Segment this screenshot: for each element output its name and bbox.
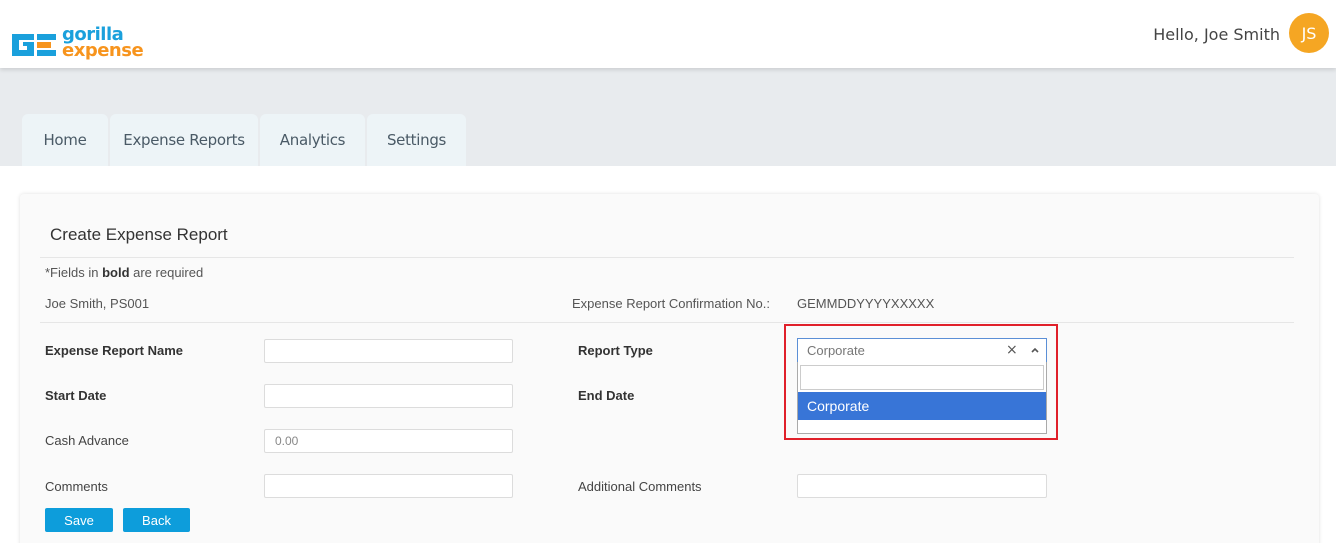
user-avatar[interactable]: JS (1289, 13, 1329, 53)
required-note-suffix: are required (129, 265, 204, 280)
user-greeting: Hello, Joe Smith (1153, 25, 1280, 44)
end-date-label: End Date (578, 388, 635, 403)
dropdown-search-input[interactable] (800, 365, 1044, 390)
report-name-input[interactable] (264, 339, 513, 363)
additional-comments-label: Additional Comments (578, 479, 702, 494)
comments-input[interactable] (264, 474, 513, 498)
required-note-prefix: *Fields in (45, 265, 103, 280)
tab-home[interactable]: Home (22, 114, 108, 166)
logo-mark-icon (12, 34, 56, 56)
dropdown-option-corporate[interactable]: Corporate (798, 392, 1046, 420)
additional-comments-input[interactable] (797, 474, 1047, 498)
confirmation-label: Expense Report Confirmation No.: (572, 296, 770, 311)
tab-expense-reports[interactable]: Expense Reports (110, 114, 258, 166)
confirmation-number: GEMMDDYYYYXXXXX (797, 296, 935, 311)
user-info: Joe Smith, PS001 (45, 296, 150, 311)
tab-analytics[interactable]: Analytics (260, 114, 365, 166)
report-type-label: Report Type (578, 343, 653, 358)
cash-advance-label: Cash Advance (45, 433, 129, 448)
gorilla-expense-logo[interactable]: gorilla expense (10, 24, 170, 66)
divider (40, 322, 1294, 323)
report-name-label: Expense Report Name (45, 343, 183, 358)
clear-icon[interactable]: × (1006, 343, 1018, 357)
start-date-input[interactable] (264, 384, 513, 408)
divider (40, 257, 1294, 258)
logo-text-expense: expense (62, 40, 144, 61)
start-date-label: Start Date (45, 388, 107, 403)
required-note-bold: bold (102, 265, 130, 280)
cash-advance-input[interactable]: 0.00 (264, 429, 513, 453)
save-button[interactable]: Save (45, 508, 113, 532)
comments-label: Comments (45, 479, 108, 494)
chevron-up-icon[interactable] (1030, 345, 1040, 355)
page-title: Create Expense Report (50, 225, 228, 244)
tab-settings[interactable]: Settings (367, 114, 466, 166)
required-note: *Fields in bold are required (45, 265, 203, 280)
back-button[interactable]: Back (123, 508, 190, 532)
top-bar: gorilla expense Hello, Joe Smith JS (0, 0, 1336, 68)
